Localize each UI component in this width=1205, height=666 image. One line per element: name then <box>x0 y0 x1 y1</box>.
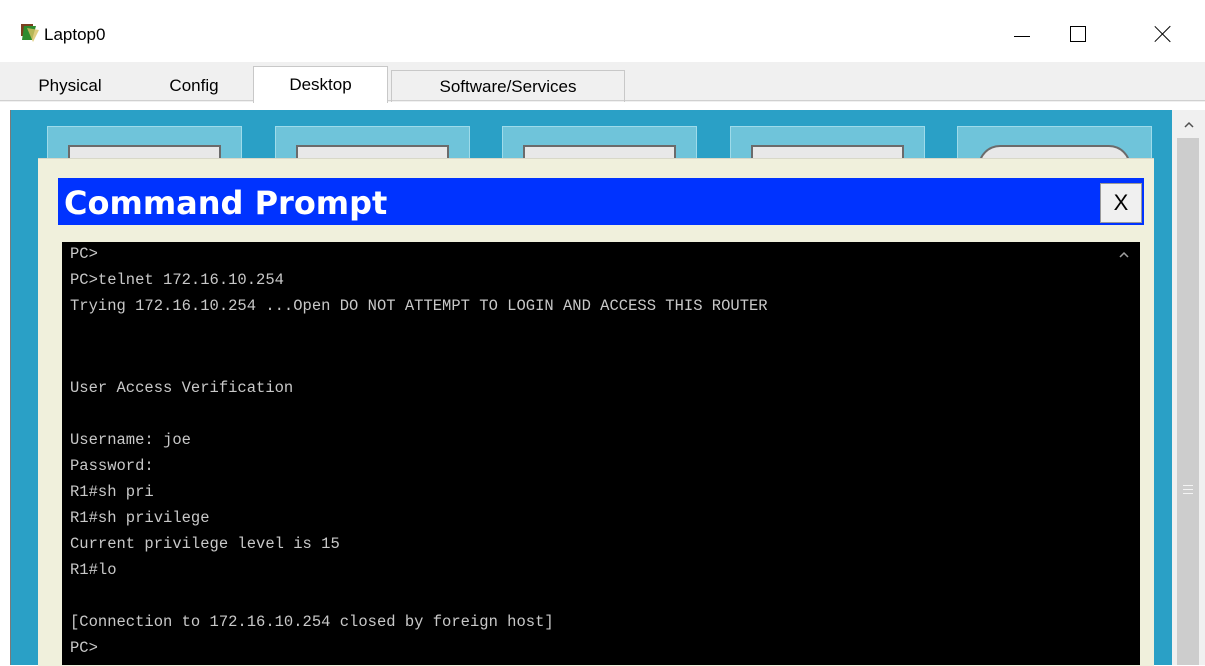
scroll-up-arrow-icon[interactable] <box>1172 110 1205 138</box>
terminal-line: R1#sh pri <box>70 483 154 501</box>
close-icon <box>1154 25 1172 43</box>
terminal-line: Password: <box>70 457 154 475</box>
terminal-scroll-up-icon[interactable] <box>1119 246 1129 261</box>
terminal-line: PC>telnet 172.16.10.254 <box>70 271 284 289</box>
window-title: Laptop0 <box>44 25 106 44</box>
maximize-button[interactable] <box>1055 14 1101 54</box>
tab-software-services[interactable]: Software/Services <box>391 70 625 102</box>
tab-config[interactable]: Config <box>146 70 242 101</box>
terminal-line: PC> <box>70 245 98 263</box>
minimize-icon <box>1014 35 1030 37</box>
command-prompt-close-button[interactable]: X <box>1100 183 1142 223</box>
terminal-line: [Connection to 172.16.10.254 closed by f… <box>70 613 554 631</box>
terminal-line: Trying 172.16.10.254 ...Open DO NOT ATTE… <box>70 297 768 315</box>
terminal-line: R1#sh privilege <box>70 509 210 527</box>
terminal-line: Current privilege level is 15 <box>70 535 340 553</box>
command-prompt-title: Command Prompt <box>64 184 388 222</box>
terminal-line: R1#lo <box>70 561 117 579</box>
tab-desktop[interactable]: Desktop <box>253 66 388 103</box>
terminal-line: Username: joe <box>70 431 191 449</box>
terminal-line: PC> <box>70 639 98 657</box>
packet-tracer-app-icon <box>21 24 39 42</box>
scrollbar-grip-icon <box>1183 485 1193 494</box>
minimize-button[interactable] <box>999 14 1045 54</box>
tab-physical[interactable]: Physical <box>0 70 140 101</box>
scrollbar-thumb[interactable] <box>1177 138 1199 665</box>
close-window-button[interactable] <box>1140 14 1186 54</box>
terminal-line: User Access Verification <box>70 379 294 397</box>
maximize-icon <box>1070 26 1086 42</box>
